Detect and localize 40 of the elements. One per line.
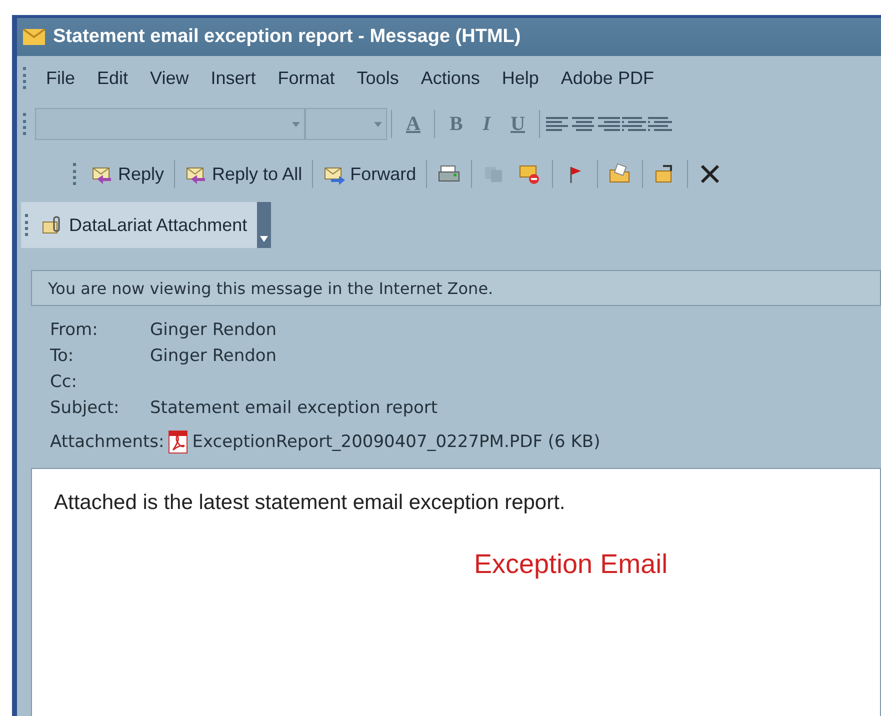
caret-icon [374, 122, 382, 126]
size-field[interactable] [305, 108, 387, 140]
toolbar-options-button[interactable] [257, 202, 272, 248]
reply-all-button[interactable]: Reply to All [179, 161, 308, 187]
body-heading: Exception Email [474, 549, 669, 580]
menu-item[interactable]: Actions [410, 68, 491, 88]
menu-item[interactable]: Help [490, 68, 550, 88]
header-label: From: [50, 320, 99, 340]
align-icon[interactable] [648, 114, 674, 134]
menu-item[interactable]: Format [266, 68, 346, 88]
window-title: Statement email exception report - Message (HTML) [53, 26, 521, 48]
header-value: Statement email exception report [150, 398, 439, 418]
menu-item[interactable]: Insert [200, 68, 267, 88]
pdf-icon [168, 430, 188, 454]
font-field[interactable] [35, 108, 305, 140]
header-label: Cc: [50, 372, 78, 392]
folder-icon [608, 163, 632, 185]
attachment-button[interactable]: DataLariat Attachment [21, 202, 258, 248]
menu-item[interactable]: Edit [86, 68, 140, 88]
header-value: Ginger Rendon [150, 346, 278, 366]
align-icon[interactable] [570, 114, 596, 134]
caret-icon [292, 122, 300, 126]
header-label: Attachments: [50, 432, 164, 452]
menu-item[interactable]: View [139, 68, 200, 88]
header-value: Ginger Rendon [150, 320, 278, 340]
caret-icon [260, 236, 268, 242]
envelope-icon [23, 29, 45, 45]
align-icon[interactable] [622, 114, 648, 134]
reply-button[interactable]: Reply [85, 161, 170, 187]
body-text: Attached is the latest statement email exception report. [54, 491, 566, 515]
align-icon[interactable] [596, 114, 622, 134]
align-icon[interactable] [544, 114, 570, 134]
menu-item[interactable]: Adobe PDF [550, 68, 665, 88]
info-bar: You are now viewing this message in the Internet Zone. [31, 270, 881, 306]
attachment-link[interactable]: ExceptionReport_20090407_0227PM.PDF (6 KB) [192, 432, 600, 452]
menu-item[interactable]: Tools [346, 68, 410, 88]
header-label: To: [50, 346, 75, 366]
header-label: Subject: [50, 398, 120, 418]
forward-button[interactable]: Forward [317, 161, 422, 187]
menu-item[interactable]: File [35, 68, 86, 88]
